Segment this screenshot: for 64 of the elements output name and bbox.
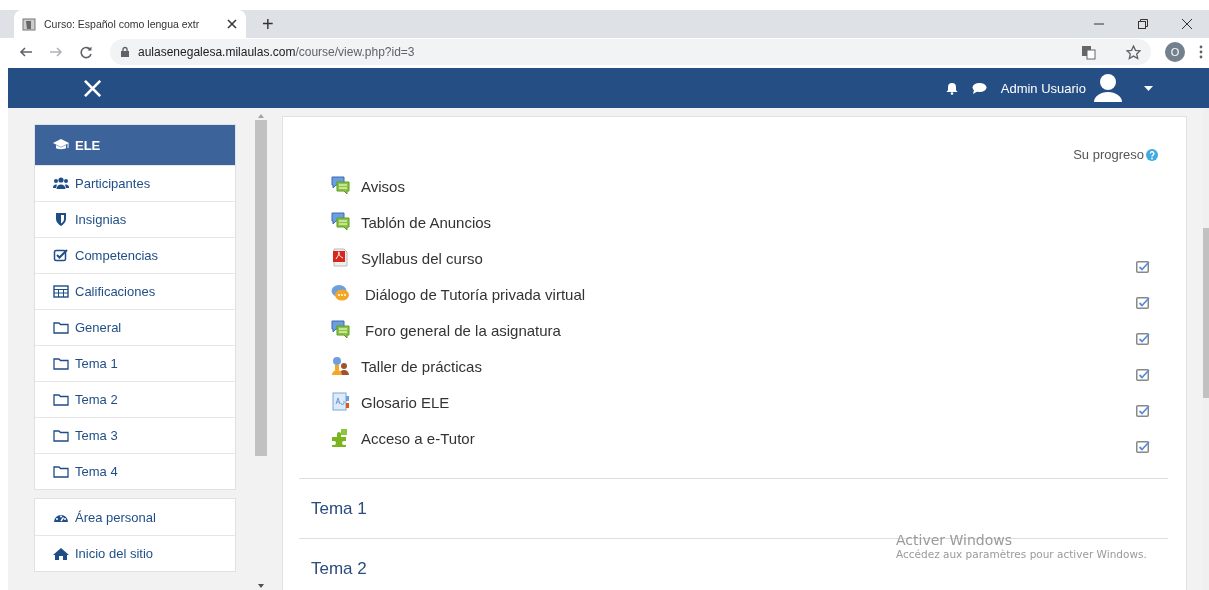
section-title: Tema 1 bbox=[311, 498, 367, 519]
activity-link[interactable]: Foro general de la asignatura bbox=[365, 321, 561, 339]
section-title: Tema 2 bbox=[311, 558, 367, 579]
url-text: aulasenegalesa.milaulas.com/course/view.php?id=3 bbox=[138, 45, 415, 59]
completion-checkbox[interactable] bbox=[1136, 331, 1150, 345]
caret-icon bbox=[1144, 85, 1153, 91]
new-tab-button[interactable]: + bbox=[258, 12, 278, 36]
activation-title: Activer Windows bbox=[896, 532, 1013, 548]
users-icon bbox=[53, 176, 69, 191]
forum-icon bbox=[331, 176, 351, 196]
people-icon bbox=[331, 356, 351, 376]
completion-checkbox[interactable] bbox=[1136, 367, 1150, 381]
notification-bell-icon bbox=[945, 81, 958, 95]
activity-link[interactable]: Syllabus del curso bbox=[361, 249, 483, 267]
activity-link[interactable]: Tablón de Anuncios bbox=[361, 213, 492, 231]
nav-item[interactable]: ELE bbox=[35, 125, 235, 165]
close-icon bbox=[226, 18, 238, 30]
forum-icon bbox=[331, 320, 351, 340]
activity-link[interactable]: Avisos bbox=[361, 177, 405, 195]
page-scrollbar-thumb[interactable] bbox=[1203, 228, 1209, 398]
forum-icon bbox=[331, 212, 351, 232]
lock-icon bbox=[120, 46, 130, 58]
completion-checkbox[interactable] bbox=[1136, 295, 1150, 309]
translate-icon bbox=[1081, 44, 1096, 60]
back-icon bbox=[19, 45, 33, 59]
glossary-book-icon bbox=[331, 392, 351, 412]
activity-link[interactable]: Taller de prácticas bbox=[361, 357, 482, 375]
completion-checkbox[interactable] bbox=[1136, 259, 1150, 273]
scroll-down-icon bbox=[258, 584, 264, 588]
user-menu[interactable]: Admin Usuario bbox=[1000, 73, 1153, 103]
completion-checkbox[interactable] bbox=[1136, 439, 1150, 453]
chat-bubble-icon bbox=[971, 81, 987, 95]
scroll-up-icon bbox=[258, 114, 264, 118]
activity-link[interactable]: Diálogo de Tutoría privada virtual bbox=[365, 285, 586, 303]
help-icon bbox=[1146, 148, 1158, 161]
site-icon bbox=[22, 17, 36, 31]
menu-icon bbox=[1199, 45, 1203, 59]
star-icon bbox=[1126, 44, 1141, 60]
scrollbar-thumb[interactable] bbox=[255, 120, 267, 456]
home-icon bbox=[53, 546, 69, 561]
folder-icon bbox=[53, 320, 69, 335]
checkbox-icon bbox=[53, 248, 69, 263]
folder-icon bbox=[53, 392, 69, 407]
reload-icon bbox=[79, 45, 93, 59]
shield-icon bbox=[53, 212, 69, 227]
forward-icon bbox=[49, 45, 63, 59]
activity-link[interactable]: Acceso a e-Tutor bbox=[361, 429, 475, 447]
browser-tab[interactable]: Curso: Español como lengua extr bbox=[14, 10, 246, 38]
activation-message: Accédez aux paramètres pour activer Windows. bbox=[896, 548, 1147, 560]
address-bar[interactable]: aulasenegalesa.milaulas.com/course/view.php?id=3 bbox=[110, 39, 1151, 65]
pdf-file-icon bbox=[331, 248, 351, 268]
folder-icon bbox=[53, 464, 69, 479]
close-icon bbox=[1182, 19, 1192, 29]
folder-icon bbox=[53, 356, 69, 371]
profile-avatar[interactable]: O bbox=[1165, 42, 1185, 62]
restore-icon bbox=[1138, 19, 1148, 29]
close-drawer-button[interactable]: × bbox=[76, 73, 110, 103]
table-icon bbox=[53, 284, 69, 299]
folder-icon bbox=[53, 428, 69, 443]
tab-title: Curso: Español como lengua extr bbox=[44, 18, 201, 30]
progress-label: Su progreso bbox=[1073, 147, 1144, 162]
completion-checkbox[interactable] bbox=[1136, 403, 1150, 417]
avatar-icon bbox=[1092, 73, 1124, 103]
activity-link[interactable]: Glosario ELE bbox=[361, 393, 450, 411]
